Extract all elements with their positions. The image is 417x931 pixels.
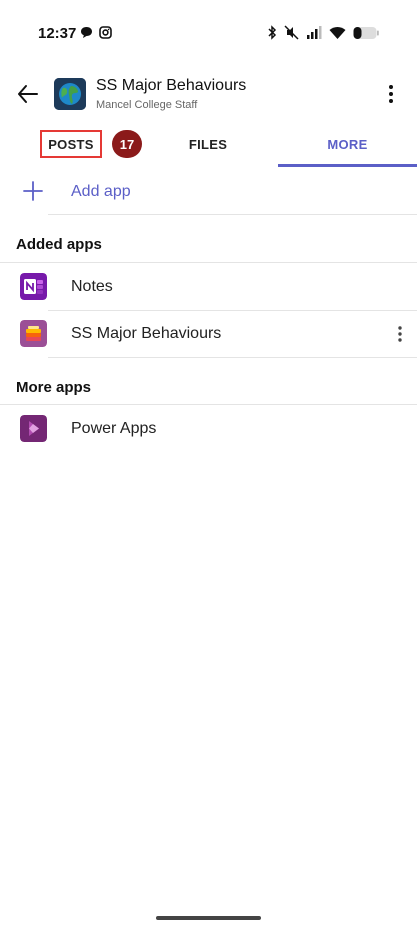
more-vertical-icon — [398, 326, 402, 342]
app-options-button[interactable] — [393, 321, 407, 347]
status-time: 12:37 — [38, 25, 77, 42]
back-arrow-icon — [18, 85, 38, 103]
team-title: SS Major Behaviours — [96, 77, 247, 94]
instagram-icon — [99, 26, 112, 39]
app-item-ss-major-behaviours[interactable]: SS Major Behaviours — [0, 311, 417, 357]
team-avatar — [54, 78, 86, 110]
power-apps-icon — [20, 415, 47, 442]
chat-bubble-icon — [81, 27, 92, 38]
status-system-icons — [267, 25, 379, 40]
globe-icon — [54, 78, 86, 110]
add-app-label: Add app — [71, 183, 131, 200]
team-subtitle: Mancel College Staff — [96, 99, 198, 111]
posts-unread-badge: 17 — [112, 130, 142, 158]
more-apps-heading: More apps — [16, 379, 92, 396]
battery-icon — [353, 26, 379, 39]
team-options-button[interactable] — [379, 80, 403, 108]
status-bar: 12:37 — [0, 0, 417, 66]
app-label: Notes — [71, 278, 113, 295]
more-vertical-icon — [389, 85, 393, 103]
app-label: Power Apps — [71, 420, 157, 437]
active-tab-indicator — [278, 164, 417, 167]
add-app-button[interactable]: Add app — [0, 172, 417, 214]
status-notification-icons — [80, 26, 112, 39]
divider — [0, 262, 417, 263]
bluetooth-icon — [268, 25, 277, 40]
tab-more[interactable]: MORE — [278, 124, 417, 164]
wifi-icon — [329, 26, 346, 39]
tab-posts[interactable]: POSTS — [40, 130, 102, 158]
signal-icon — [307, 25, 322, 39]
mute-icon — [284, 25, 299, 40]
divider — [48, 214, 417, 215]
lists-icon — [20, 320, 47, 347]
plus-icon — [23, 181, 43, 201]
divider — [0, 404, 417, 405]
onenote-icon — [20, 273, 47, 300]
channel-tabs: POSTS 17 FILES MORE — [0, 124, 417, 168]
app-label: SS Major Behaviours — [71, 325, 222, 342]
added-apps-heading: Added apps — [16, 236, 102, 253]
app-item-notes[interactable]: Notes — [0, 264, 417, 310]
divider — [48, 357, 417, 358]
home-indicator[interactable] — [156, 916, 261, 920]
tab-files[interactable]: FILES — [178, 124, 238, 164]
app-item-power-apps[interactable]: Power Apps — [0, 406, 417, 452]
team-header: SS Major Behaviours Mancel College Staff — [0, 72, 417, 116]
back-button[interactable] — [14, 80, 42, 108]
